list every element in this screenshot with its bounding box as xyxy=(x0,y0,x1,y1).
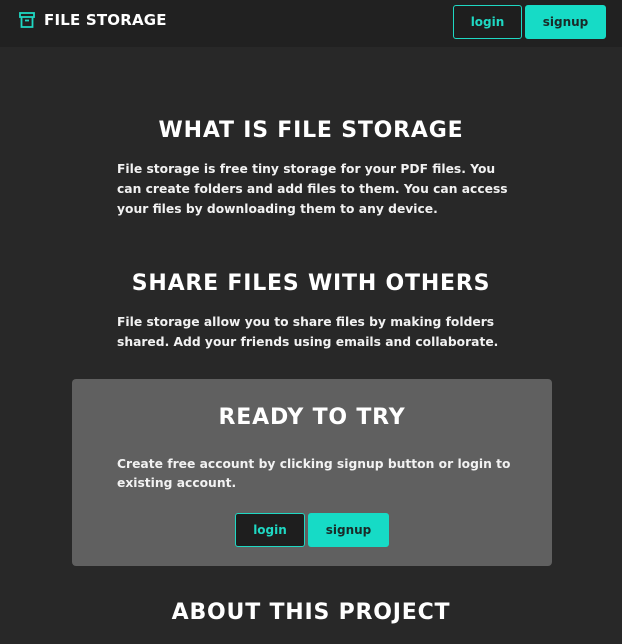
nav-login-button[interactable]: login xyxy=(453,5,522,39)
section-heading-share: SHARE FILES WITH OTHERS xyxy=(131,271,491,296)
section-text-try: Create free account by clicking signup b… xyxy=(117,457,511,490)
section-text-what: File storage is free tiny storage for yo… xyxy=(117,162,508,216)
brand[interactable]: FILE STORAGE xyxy=(19,11,167,29)
ready-to-try-card: READY TO TRY Create free account by clic… xyxy=(72,379,552,566)
top-navbar: FILE STORAGE login signup xyxy=(0,0,622,47)
archive-box-icon xyxy=(19,12,35,28)
nav-signup-button[interactable]: signup xyxy=(525,5,606,39)
section-heading-what: WHAT IS FILE STORAGE xyxy=(158,118,464,143)
section-text-share: File storage allow you to share files by… xyxy=(117,315,499,349)
card-login-button[interactable]: login xyxy=(235,513,305,547)
card-signup-button[interactable]: signup xyxy=(308,513,389,547)
brand-title: FILE STORAGE xyxy=(44,11,167,29)
section-heading-try: READY TO TRY xyxy=(218,405,406,430)
section-heading-about: ABOUT THIS PROJECT xyxy=(171,600,451,625)
